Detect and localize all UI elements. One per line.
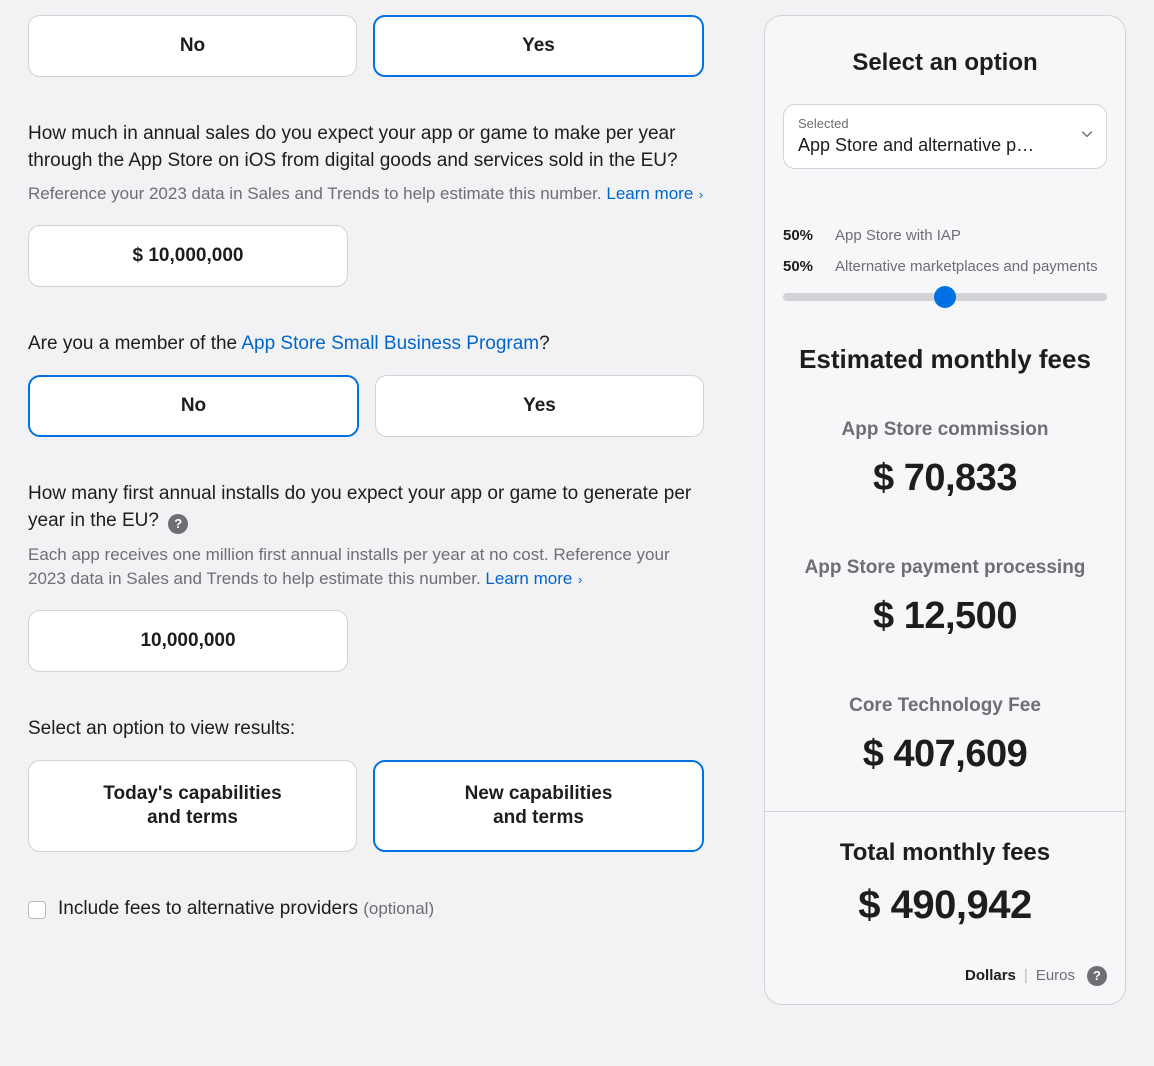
- q1-yes-button[interactable]: Yes: [373, 15, 704, 77]
- sbp-no-button[interactable]: No: [28, 375, 359, 437]
- split-slider[interactable]: [783, 293, 1107, 301]
- chevron-down-icon: [1080, 123, 1094, 150]
- currency-dollars[interactable]: Dollars: [965, 965, 1016, 986]
- view-results-label: Select an option to view results:: [28, 716, 704, 743]
- installs-help-icon[interactable]: ?: [168, 514, 188, 534]
- chevron-right-icon: ›: [574, 572, 582, 587]
- split-row-alt: 50% Alternative marketplaces and payment…: [783, 256, 1107, 277]
- installs-input[interactable]: 10,000,000: [28, 610, 348, 672]
- fee-payment-processing: App Store payment processing $ 12,500: [783, 555, 1107, 643]
- currency-euros[interactable]: Euros: [1036, 965, 1075, 986]
- installs-question: How many first annual installs do you ex…: [28, 481, 704, 534]
- q1-no-button[interactable]: No: [28, 15, 357, 77]
- currency-help-icon[interactable]: ?: [1087, 966, 1107, 986]
- total-fees: Total monthly fees $ 490,942: [783, 812, 1107, 944]
- annual-sales-learn-more-link[interactable]: Learn more ›: [606, 184, 703, 203]
- todays-capabilities-button[interactable]: Today's capabilities and terms: [28, 760, 357, 852]
- slider-knob[interactable]: [934, 286, 956, 308]
- estimated-fees-title: Estimated monthly fees: [783, 341, 1107, 377]
- chevron-right-icon: ›: [695, 187, 703, 202]
- annual-sales-subtext: Reference your 2023 data in Sales and Tr…: [28, 182, 704, 207]
- sbp-question: Are you a member of the App Store Small …: [28, 331, 704, 358]
- installs-subtext: Each app receives one million first annu…: [28, 543, 704, 592]
- split-row-iap: 50% App Store with IAP: [783, 225, 1107, 246]
- fee-commission: App Store commission $ 70,833: [783, 417, 1107, 505]
- sbp-link[interactable]: App Store Small Business Program: [241, 333, 539, 354]
- select-option-title: Select an option: [783, 46, 1107, 80]
- fee-core-tech: Core Technology Fee $ 407,609: [783, 693, 1107, 781]
- new-capabilities-button[interactable]: New capabilities and terms: [373, 760, 704, 852]
- annual-sales-input[interactable]: $ 10,000,000: [28, 225, 348, 287]
- annual-sales-question: How much in annual sales do you expect y…: [28, 121, 704, 174]
- summary-card: Select an option Selected App Store and …: [764, 15, 1126, 1005]
- installs-learn-more-link[interactable]: Learn more ›: [485, 569, 582, 588]
- include-fees-checkbox[interactable]: [28, 901, 46, 919]
- include-fees-label: Include fees to alternative providers (o…: [58, 896, 434, 923]
- sbp-yes-button[interactable]: Yes: [375, 375, 704, 437]
- option-select[interactable]: Selected App Store and alternative p…: [783, 104, 1107, 169]
